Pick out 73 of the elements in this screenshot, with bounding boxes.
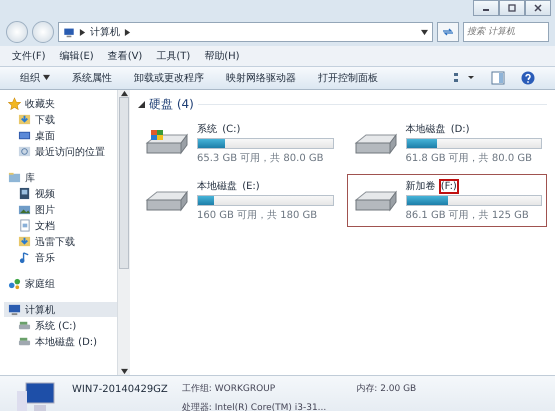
- homegroup-icon: [8, 277, 21, 290]
- drive-icon: [18, 319, 31, 332]
- detail-field: 处理器: Intel(R) Core(TM) i3-31...: [182, 401, 326, 411]
- sidebar-item[interactable]: 图片: [4, 202, 117, 217]
- sidebar-item[interactable]: 桌面: [4, 128, 117, 143]
- address-field[interactable]: 计算机: [58, 22, 433, 42]
- drive-item[interactable]: 系统 (C:) 65.3 GB 可用，共 80.0 GB: [138, 117, 338, 170]
- scrollbar[interactable]: [117, 90, 130, 375]
- sidebar-item[interactable]: 计算机: [4, 302, 117, 317]
- menu-item[interactable]: 查看(V): [108, 49, 142, 63]
- free-space-text: 61.8 GB 可用，共 80.0 GB: [406, 152, 533, 165]
- help-icon[interactable]: [521, 71, 535, 85]
- computer-icon: [8, 303, 21, 316]
- view-options-icon[interactable]: [453, 72, 475, 84]
- star-icon: [8, 97, 21, 110]
- toolbar-button[interactable]: 系统属性: [72, 71, 112, 85]
- computer-name: WIN7-20140429GZ: [72, 384, 168, 395]
- section-header[interactable]: 硬盘 (4): [138, 96, 547, 113]
- free-space-text: 65.3 GB 可用，共 80.0 GB: [197, 152, 324, 165]
- menu-item[interactable]: 帮助(H): [204, 49, 240, 63]
- close-button[interactable]: [525, 0, 551, 16]
- sidebar-item[interactable]: 文档: [4, 218, 117, 233]
- free-space-text: 86.1 GB 可用，共 125 GB: [406, 208, 530, 222]
- maximize-icon: [507, 4, 517, 12]
- dropdown-icon: [421, 28, 428, 36]
- expand-icon: [138, 101, 145, 108]
- drive-item[interactable]: 本地磁盘 (E:) 160 GB 可用，共 180 GB: [138, 174, 338, 227]
- sidebar-item[interactable]: 本地磁盘 (D:): [4, 334, 117, 349]
- free-space-text: 160 GB 可用，共 180 GB: [197, 208, 318, 222]
- picture-icon: [18, 203, 31, 216]
- minimize-button[interactable]: [473, 0, 499, 16]
- preview-pane-icon[interactable]: [491, 71, 505, 85]
- toolbar-button[interactable]: 打开控制面板: [318, 71, 378, 85]
- drive-item[interactable]: 本地磁盘 (D:) 61.8 GB 可用，共 80.0 GB: [346, 117, 547, 170]
- drive-icon: [18, 335, 31, 348]
- drive-name: 系统 (C:): [197, 122, 242, 136]
- computer-icon: [63, 26, 75, 38]
- search-field[interactable]: 搜索 计算机: [463, 22, 549, 42]
- music-icon: [18, 251, 31, 264]
- drive-item[interactable]: 新加卷 (F:) 86.1 GB 可用，共 125 GB: [346, 174, 547, 227]
- sidebar-item[interactable]: 家庭组: [4, 276, 117, 291]
- sidebar-item[interactable]: 系统 (C:): [4, 318, 117, 333]
- sidebar-item[interactable]: 最近访问的位置: [4, 144, 117, 159]
- sidebar-item[interactable]: 音乐: [4, 250, 117, 265]
- menu-item[interactable]: 文件(F): [12, 49, 46, 63]
- drive-name: 本地磁盘 (E:): [197, 180, 261, 193]
- breadcrumb[interactable]: 计算机: [90, 25, 120, 39]
- detail-field: 内存: 2.00 GB: [356, 382, 416, 395]
- sidebar-item[interactable]: 库: [4, 170, 117, 185]
- video-icon: [18, 187, 31, 200]
- toolbar-button[interactable]: 卸载或更改程序: [134, 71, 204, 85]
- sidebar-item[interactable]: 下载: [4, 112, 117, 127]
- chevron-icon: [124, 28, 131, 36]
- download-icon: [18, 113, 31, 126]
- maximize-button[interactable]: [499, 0, 525, 16]
- detail-field: 工作组: WORKGROUP: [182, 382, 326, 395]
- library-icon: [8, 171, 21, 184]
- toolbar-button[interactable]: 组织: [20, 71, 50, 85]
- desktop-icon: [18, 129, 31, 142]
- sidebar-item[interactable]: 迅雷下载: [4, 234, 117, 249]
- sidebar-item[interactable]: 视频: [4, 186, 117, 201]
- document-icon: [18, 219, 31, 232]
- close-icon: [533, 4, 543, 12]
- refresh-button[interactable]: [437, 22, 459, 42]
- drive-name: 本地磁盘 (D:): [406, 122, 471, 136]
- toolbar-button[interactable]: 映射网络驱动器: [226, 71, 296, 85]
- menu-item[interactable]: 编辑(E): [60, 49, 94, 63]
- sidebar-item[interactable]: 收藏夹: [4, 96, 117, 111]
- refresh-icon: [442, 27, 454, 37]
- download-icon: [18, 235, 31, 248]
- caret-icon: [43, 74, 50, 81]
- menu-item[interactable]: 工具(T): [156, 49, 190, 63]
- chevron-icon: [79, 28, 86, 36]
